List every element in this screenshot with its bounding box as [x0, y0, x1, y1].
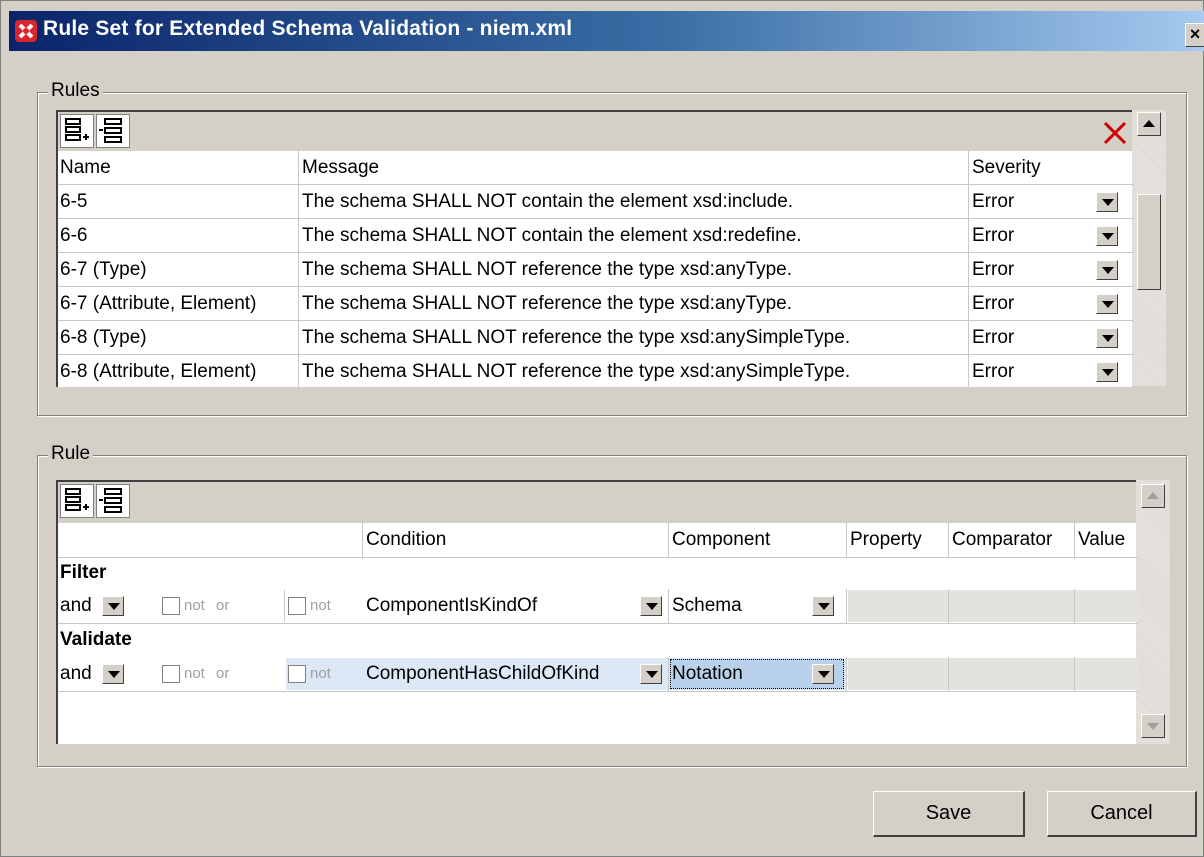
rule-severity[interactable]: Error [970, 219, 1080, 252]
app-icon [15, 20, 37, 42]
column-header-message[interactable]: Message [300, 151, 968, 184]
operator-label: and [60, 663, 92, 684]
window-title: Rule Set for Extended Schema Validation … [43, 17, 573, 40]
not-label: not [184, 597, 205, 614]
column-header-property[interactable]: Property [848, 523, 948, 556]
severity-dropdown[interactable] [1096, 226, 1118, 246]
append-row-button[interactable] [60, 484, 94, 518]
append-row-button[interactable] [60, 114, 94, 148]
not-checkbox[interactable] [162, 597, 180, 615]
rule-name[interactable]: 6-7 (Type) [58, 253, 298, 286]
column-header-name[interactable]: Name [58, 151, 298, 184]
not-checkbox[interactable] [288, 665, 306, 683]
rule-message[interactable]: The schema SHALL NOT reference the type … [300, 355, 968, 388]
condition-dropdown[interactable] [640, 596, 662, 616]
rule-message[interactable]: The schema SHALL NOT reference the type … [300, 253, 968, 286]
validate-row[interactable]: and not or not ComponentHasChildOfKind N… [58, 657, 1138, 691]
rule-name[interactable]: 6-8 (Type) [58, 321, 298, 354]
append-row-icon [65, 488, 89, 511]
rule-message[interactable]: The schema SHALL NOT contain the element… [300, 185, 968, 218]
operator-label: and [60, 595, 92, 616]
rule-severity[interactable]: Error [970, 355, 1080, 388]
column-header-severity[interactable]: Severity [970, 151, 1130, 184]
severity-dropdown[interactable] [1096, 294, 1118, 314]
rule-message[interactable]: The schema SHALL NOT reference the type … [300, 287, 968, 320]
rule-group-label: Rule [48, 443, 94, 465]
condition-value[interactable]: ComponentIsKindOf [364, 589, 634, 622]
column-header-condition[interactable]: Condition [364, 523, 668, 556]
condition-value[interactable]: ComponentHasChildOfKind [364, 657, 634, 690]
rule-severity[interactable]: Error [970, 185, 1080, 218]
rule-severity[interactable]: Error [970, 321, 1080, 354]
scroll-up-button[interactable] [1137, 112, 1161, 136]
rule-table: Condition Component Property Comparator … [56, 523, 1138, 744]
severity-dropdown[interactable] [1096, 260, 1118, 280]
severity-dropdown[interactable] [1096, 192, 1118, 212]
rule-scrollbar[interactable] [1136, 480, 1170, 744]
operator-dropdown[interactable] [102, 664, 124, 684]
validate-section-title: Validate [60, 629, 132, 650]
rule-groupbox: Rule Condition Component Property Compar… [37, 443, 1187, 767]
component-value[interactable]: Schema [670, 589, 810, 622]
not-label: not [310, 665, 331, 682]
rule-name[interactable]: 6-6 [58, 219, 298, 252]
component-dropdown[interactable] [812, 664, 834, 684]
close-button[interactable]: × [1185, 23, 1204, 47]
insert-row-icon [99, 488, 122, 513]
severity-dropdown[interactable] [1096, 362, 1118, 382]
rules-toolbar [56, 110, 1132, 151]
dialog-window: Rule Set for Extended Schema Validation … [0, 0, 1204, 857]
component-dropdown[interactable] [812, 596, 834, 616]
close-icon: × [1189, 24, 1201, 44]
rules-groupbox: Rules Name Message Severity 6-5 The sche… [37, 80, 1187, 416]
operator-dropdown[interactable] [102, 596, 124, 616]
scroll-down-button[interactable] [1141, 714, 1165, 738]
append-row-icon [65, 118, 89, 141]
severity-dropdown[interactable] [1096, 328, 1118, 348]
component-value[interactable]: Notation [670, 657, 810, 690]
or-label: or [216, 665, 230, 682]
delete-icon [1103, 121, 1127, 145]
rule-message[interactable]: The schema SHALL NOT contain the element… [300, 219, 968, 252]
condition-dropdown[interactable] [640, 664, 662, 684]
rules-scrollbar[interactable] [1132, 110, 1166, 386]
insert-row-button[interactable] [96, 484, 130, 518]
not-checkbox[interactable] [162, 665, 180, 683]
rule-message[interactable]: The schema SHALL NOT reference the type … [300, 321, 968, 354]
insert-row-button[interactable] [96, 114, 130, 148]
cancel-button[interactable]: Cancel [1047, 791, 1197, 837]
delete-rule-button[interactable] [1098, 116, 1132, 150]
rule-name[interactable]: 6-8 (Attribute, Element) [58, 355, 298, 388]
scroll-thumb[interactable] [1137, 194, 1161, 290]
rule-name[interactable]: 6-5 [58, 185, 298, 218]
column-header-component[interactable]: Component [670, 523, 846, 556]
rule-name[interactable]: 6-7 (Attribute, Element) [58, 287, 298, 320]
rules-table: Name Message Severity 6-5 The schema SHA… [56, 151, 1134, 388]
scroll-up-button[interactable] [1141, 484, 1165, 508]
or-label: or [216, 597, 230, 614]
save-button[interactable]: Save [873, 791, 1025, 837]
insert-row-icon [99, 118, 122, 143]
rule-toolbar [56, 480, 1136, 523]
filter-section-title: Filter [60, 562, 107, 583]
rules-group-label: Rules [48, 80, 103, 102]
rule-severity[interactable]: Error [970, 253, 1080, 286]
column-header-value[interactable]: Value [1076, 523, 1138, 556]
rule-severity[interactable]: Error [970, 287, 1080, 320]
filter-row[interactable]: and not or not ComponentIsKindOf Schema [58, 589, 1138, 623]
not-label: not [184, 665, 205, 682]
title-bar[interactable]: Rule Set for Extended Schema Validation … [9, 11, 1204, 51]
column-header-comparator[interactable]: Comparator [950, 523, 1074, 556]
